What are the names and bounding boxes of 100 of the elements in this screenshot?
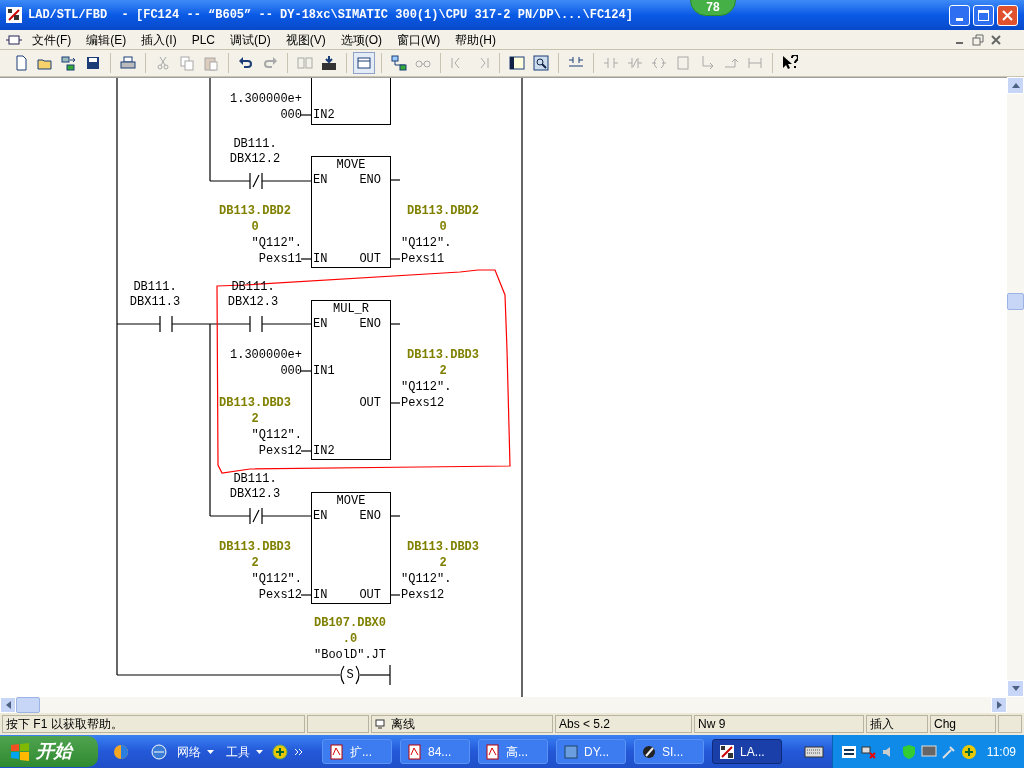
nc-contact-icon <box>627 55 643 71</box>
network-icon[interactable] <box>860 743 877 760</box>
close-icon <box>1002 9 1013 21</box>
vertical-scrollbar[interactable] <box>1007 77 1024 697</box>
scroll-left-button[interactable] <box>0 697 16 713</box>
monitor-icon[interactable] <box>920 743 937 760</box>
count-text: 78 <box>706 1 720 13</box>
plus-circle-icon[interactable] <box>960 743 977 760</box>
scroll-up-button[interactable] <box>1007 77 1024 94</box>
pin-label: OUT <box>359 395 381 411</box>
minimize-button[interactable] <box>949 4 970 26</box>
scroll-thumb[interactable] <box>16 697 40 713</box>
close-icon[interactable] <box>990 33 1002 46</box>
copy-icon <box>179 55 195 71</box>
contact-address: DBX11.3 <box>129 294 181 310</box>
pin-label: ENO <box>359 508 381 524</box>
plus-circle-icon[interactable] <box>272 743 288 760</box>
operand-symbol: Pexs12 <box>258 443 302 459</box>
nc-contact-icon <box>249 507 263 525</box>
network-status: Nw 9 <box>694 715 864 733</box>
download-icon <box>321 55 337 71</box>
taskbar-button[interactable]: SI... <box>634 739 704 764</box>
operand-symbol: ″BoolD″.JT <box>314 647 386 663</box>
constant-value: 1.300000e+ <box>230 347 302 363</box>
menu-item[interactable]: 文件(F) <box>28 30 76 49</box>
pin-label: IN2 <box>313 107 335 123</box>
menu-item[interactable]: 编辑(E) <box>82 30 131 49</box>
operand-address: DB113.DBD3 <box>407 347 479 363</box>
empty-box-icon <box>675 55 691 71</box>
constant-value: 000 <box>280 107 302 123</box>
toolbar-button[interactable] <box>530 52 552 74</box>
network-icon <box>391 55 407 71</box>
operand-address: DB107.DBX0 <box>314 615 386 631</box>
contact-address: DB111. <box>233 471 277 487</box>
start-button[interactable]: 开始 <box>0 736 98 767</box>
new-file-icon <box>13 55 29 71</box>
operand-address: DB113.DBD3 <box>407 539 479 555</box>
status-help-text: 按下 F1 以获取帮助。 <box>2 715 305 733</box>
transfer-icon <box>61 55 77 71</box>
pinwheel-icon[interactable] <box>112 742 130 761</box>
menu-item[interactable]: 视图(V) <box>281 30 330 49</box>
operand-address: 2 <box>251 555 259 571</box>
windows-logo-icon <box>10 742 30 761</box>
document-menu-icon[interactable] <box>6 33 22 46</box>
block-title: MOVE <box>336 157 366 173</box>
taskbar-button[interactable]: 高... <box>478 739 548 764</box>
keyboard-icon[interactable] <box>804 744 824 759</box>
minimize-icon <box>956 17 963 21</box>
scroll-down-button[interactable] <box>1007 680 1024 697</box>
menu-item[interactable]: 帮助(H) <box>451 30 500 49</box>
pin-label: OUT <box>359 251 381 267</box>
coil-icon <box>651 55 667 71</box>
zoom-icon <box>533 55 549 71</box>
tool-icon[interactable] <box>940 743 957 760</box>
horizontal-scrollbar[interactable] <box>0 697 1024 713</box>
block-title: MUL_R <box>333 301 369 317</box>
chevron-icon[interactable] <box>294 747 304 756</box>
menu-item[interactable]: 插入(I) <box>137 30 181 49</box>
constant-value: 000 <box>280 363 302 379</box>
operand-symbol: Pexs12 <box>258 587 302 603</box>
pin-label: EN <box>313 316 328 332</box>
operand-symbol: ″Q112″. <box>401 379 452 395</box>
pdf-document-icon <box>407 743 423 760</box>
help-icon <box>782 55 798 71</box>
maximize-button[interactable] <box>973 4 994 26</box>
operand-address: DB113.DBD3 <box>219 539 291 555</box>
toolbar-menu-button[interactable]: 网络 <box>174 742 217 761</box>
operand-symbol: Pexs12 <box>401 395 445 411</box>
pin-label: IN1 <box>313 363 335 379</box>
close-button[interactable] <box>997 4 1018 26</box>
operand-symbol: ″Q112″. <box>401 571 452 587</box>
shield-icon[interactable] <box>900 743 917 760</box>
app-icon <box>719 743 735 760</box>
operand-symbol: ″Q112″. <box>401 235 452 251</box>
clock: 11:09 <box>985 743 1016 761</box>
scroll-right-button[interactable] <box>991 697 1007 713</box>
taskbar-button[interactable]: DY... <box>556 739 626 764</box>
printer-icon <box>120 55 136 71</box>
down-arrow-icon <box>1011 686 1020 691</box>
change-status: Chg <box>930 715 996 733</box>
operand-address: 2 <box>439 363 447 379</box>
taskbar-button[interactable]: 84... <box>400 739 470 764</box>
taskbar-button[interactable]: LA... <box>712 739 782 764</box>
toolbar-menu-button[interactable]: 工具 <box>223 742 266 761</box>
pin-label: ENO <box>359 316 381 332</box>
restore-icon[interactable] <box>972 33 984 46</box>
app-icon <box>6 7 22 23</box>
dropdown-arrow-icon <box>207 749 214 754</box>
menu-item[interactable]: PLC <box>187 30 219 49</box>
scroll-thumb[interactable] <box>1007 293 1024 310</box>
scissors-icon <box>155 55 171 71</box>
pin-label: IN <box>313 251 328 267</box>
menu-item[interactable]: 选项(O) <box>336 30 386 49</box>
redo-icon <box>262 55 278 71</box>
connection-status: 离线 <box>391 716 415 733</box>
taskbar-button[interactable]: 扩... <box>322 739 392 764</box>
contact-address: DBX12.3 <box>229 486 281 502</box>
menu-item[interactable]: 窗口(W) <box>393 30 445 49</box>
menu-item[interactable]: 调试(D) <box>226 30 275 49</box>
undo-icon <box>238 55 254 71</box>
